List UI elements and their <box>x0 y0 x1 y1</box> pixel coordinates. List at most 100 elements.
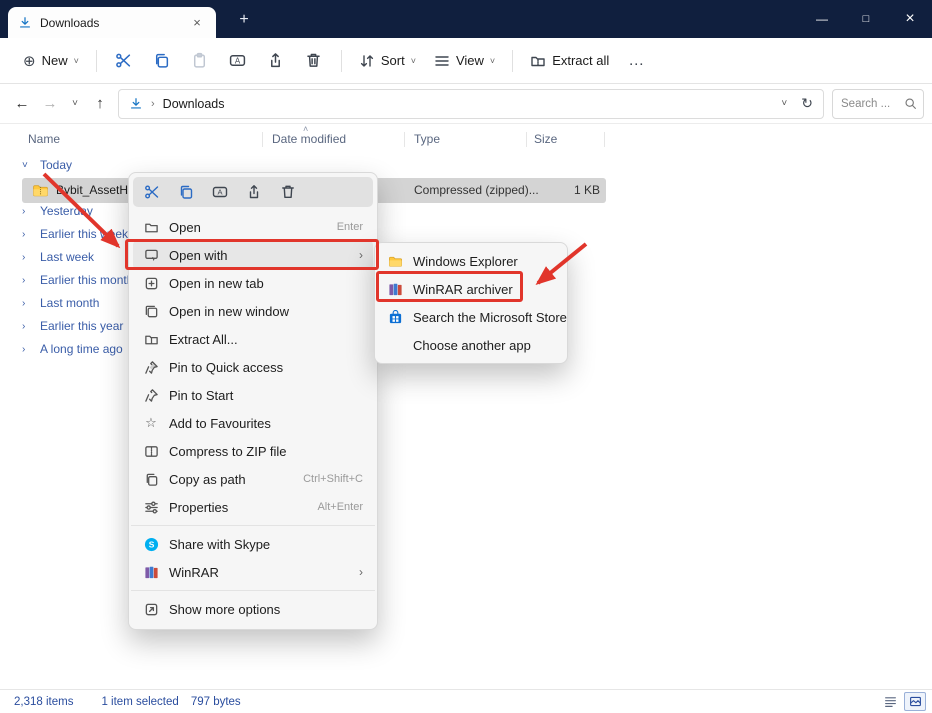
cut-button[interactable] <box>135 178 169 206</box>
share-button[interactable] <box>237 178 271 206</box>
command-toolbar: ⊕ New ˅ A Sort ˅ View ˅ Extract all … <box>0 38 932 84</box>
back-button[interactable]: ← <box>8 89 36 119</box>
cut-button[interactable] <box>105 44 143 78</box>
address-bar[interactable]: › Downloads ˅ ↻ <box>118 89 824 119</box>
column-divider[interactable] <box>604 132 605 147</box>
see-more-button[interactable]: … <box>618 52 655 70</box>
column-name[interactable]: Name <box>28 132 60 146</box>
rename-icon: A <box>212 184 228 200</box>
menu-item-label: Open with <box>169 248 349 263</box>
pin-icon <box>143 387 159 403</box>
windows-explorer-icon <box>387 253 403 269</box>
group-header-last-week[interactable]: › Last week <box>22 250 94 264</box>
copy-button[interactable] <box>143 44 181 78</box>
close-button[interactable]: × <box>888 0 932 38</box>
group-header-earlier-this-month[interactable]: › Earlier this month <box>22 273 133 287</box>
group-label: Last month <box>40 296 99 310</box>
tab-downloads[interactable]: Downloads × <box>8 7 216 38</box>
column-divider[interactable] <box>526 132 527 147</box>
file-type: Compressed (zipped)... <box>414 183 539 197</box>
search-icon <box>904 97 917 110</box>
breadcrumb[interactable]: Downloads <box>163 97 225 111</box>
history-chevron-icon[interactable]: ˅ <box>64 89 86 119</box>
toolbar-separator <box>96 50 97 72</box>
share-icon <box>267 52 284 69</box>
up-button[interactable]: ↑ <box>86 89 114 119</box>
tab-close-icon[interactable]: × <box>188 14 206 32</box>
toolbar-separator <box>341 50 342 72</box>
menu-item-pin-to-start[interactable]: Pin to Start <box>133 381 373 409</box>
submenu-item-search-microsoft-store[interactable]: Search the Microsoft Store <box>379 303 563 331</box>
group-header-last-month[interactable]: › Last month <box>22 296 99 310</box>
column-date-modified[interactable]: Date modified <box>272 132 346 146</box>
group-label: Earlier this month <box>40 273 133 287</box>
extract-all-button[interactable]: Extract all <box>521 44 618 78</box>
selection-count: 1 item selected <box>101 696 178 708</box>
submenu-item-winrar-archiver[interactable]: WinRAR archiver <box>379 275 563 303</box>
menu-item-copy-as-path[interactable]: Copy as path Ctrl+Shift+C <box>133 465 373 493</box>
column-type[interactable]: Type <box>414 132 440 146</box>
group-header-yesterday[interactable]: › Yesterday <box>22 204 93 218</box>
chevron-down-icon: ˅ <box>74 56 79 66</box>
menu-item-show-more-options[interactable]: Show more options <box>133 595 373 623</box>
view-button-label: View <box>456 53 484 68</box>
menu-item-open-in-new-window[interactable]: Open in new window <box>133 297 373 325</box>
chevron-down-icon: ˅ <box>22 160 32 171</box>
paste-button[interactable] <box>181 44 219 78</box>
column-size[interactable]: Size <box>534 132 557 146</box>
details-view-button[interactable] <box>879 692 901 711</box>
plus-circle-icon: ⊕ <box>23 52 36 70</box>
delete-button[interactable] <box>271 178 305 206</box>
maximize-button[interactable]: □ <box>844 0 888 38</box>
chevron-right-icon: › <box>22 252 32 263</box>
share-icon <box>246 184 262 200</box>
search-input[interactable] <box>833 98 904 110</box>
menu-item-label: Show more options <box>169 602 363 617</box>
menu-item-open[interactable]: Open Enter <box>133 213 373 241</box>
share-button[interactable] <box>257 44 295 78</box>
refresh-icon[interactable]: ↻ <box>801 95 813 112</box>
properties-icon <box>143 499 159 515</box>
forward-button[interactable]: → <box>36 89 64 119</box>
group-header-a-long-time-ago[interactable]: › A long time ago <box>22 342 123 356</box>
delete-button[interactable] <box>295 44 333 78</box>
copy-button[interactable] <box>169 178 203 206</box>
menu-item-winrar[interactable]: WinRAR › <box>133 558 373 586</box>
submenu-item-windows-explorer[interactable]: Windows Explorer <box>379 247 563 275</box>
window-controls: — □ × <box>800 0 932 38</box>
show-more-icon <box>143 601 159 617</box>
status-bar: 2,318 items 1 item selected 797 bytes <box>0 689 932 713</box>
new-tab-button[interactable]: + <box>232 8 256 32</box>
group-header-today[interactable]: ˅ Today <box>22 158 72 172</box>
column-divider[interactable] <box>404 132 405 147</box>
menu-item-pin-to-quick-access[interactable]: Pin to Quick access <box>133 353 373 381</box>
view-button[interactable]: View ˅ <box>425 44 504 78</box>
new-button[interactable]: ⊕ New ˅ <box>14 44 88 78</box>
group-label: A long time ago <box>40 342 123 356</box>
rename-button[interactable]: A <box>203 178 237 206</box>
group-label: Yesterday <box>40 204 93 218</box>
chevron-down-icon: ˅ <box>411 56 416 66</box>
new-button-label: New <box>42 53 68 68</box>
group-header-earlier-this-year[interactable]: › Earlier this year <box>22 319 123 333</box>
minimize-button[interactable]: — <box>800 0 844 38</box>
menu-item-open-in-new-tab[interactable]: Open in new tab <box>133 269 373 297</box>
address-chevron-icon[interactable]: ˅ <box>781 98 787 109</box>
menu-item-share-with-skype[interactable]: S Share with Skype <box>133 530 373 558</box>
large-thumbnails-view-button[interactable] <box>904 692 926 711</box>
menu-item-label: Pin to Start <box>169 388 363 403</box>
menu-item-open-with[interactable]: Open with › <box>133 241 373 269</box>
rename-button[interactable]: A <box>219 44 257 78</box>
group-header-earlier-this-week[interactable]: › Earlier this week <box>22 227 128 241</box>
menu-item-extract-all[interactable]: Extract All... <box>133 325 373 353</box>
column-divider[interactable] <box>262 132 263 147</box>
submenu-item-choose-another-app[interactable]: Choose another app <box>379 331 563 359</box>
menu-item-compress-to-zip[interactable]: Compress to ZIP file <box>133 437 373 465</box>
search-box[interactable] <box>832 89 924 119</box>
open-icon <box>143 219 159 235</box>
sort-button[interactable]: Sort ˅ <box>350 44 425 78</box>
menu-item-shortcut: Ctrl+Shift+C <box>303 473 363 485</box>
sort-icon <box>359 53 375 69</box>
menu-item-add-to-favourites[interactable]: ☆ Add to Favourites <box>133 409 373 437</box>
menu-item-properties[interactable]: Properties Alt+Enter <box>133 493 373 521</box>
